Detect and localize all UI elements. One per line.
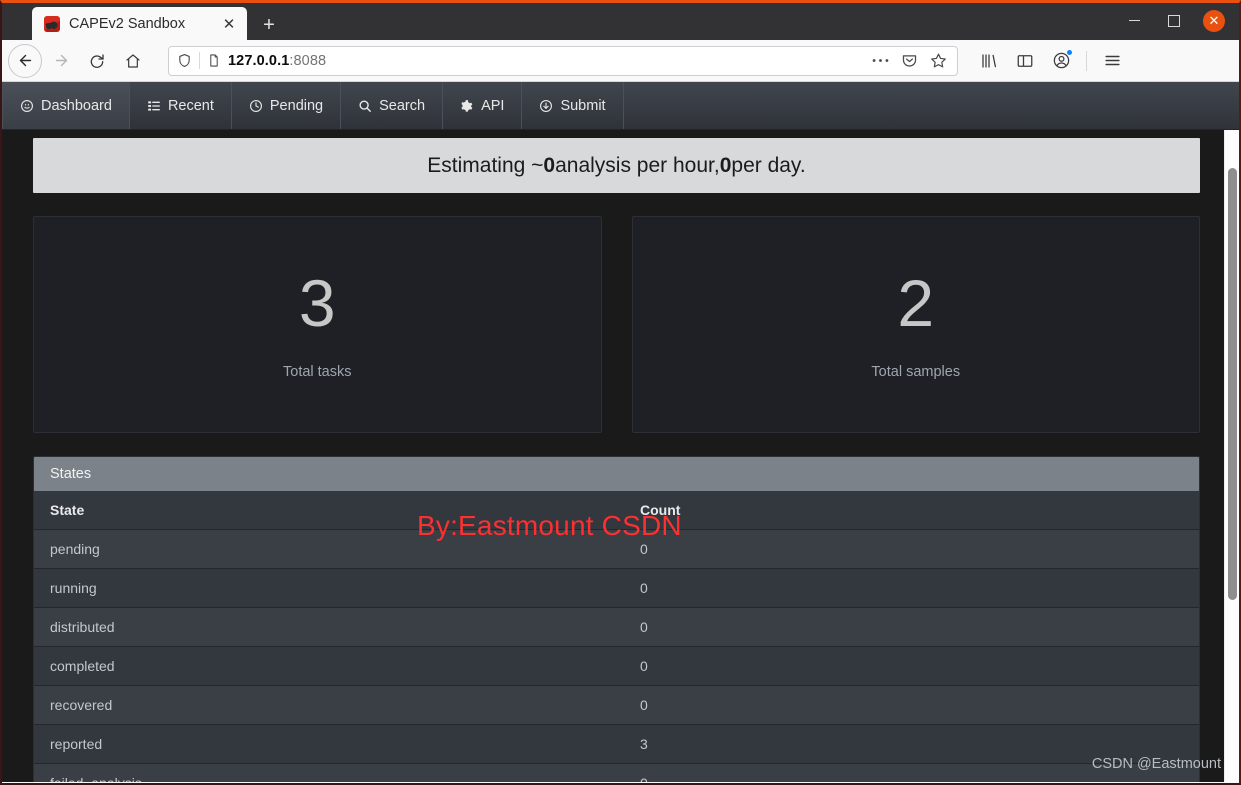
- cell-count: 0: [624, 685, 1199, 725]
- back-arrow-icon[interactable]: [8, 43, 42, 78]
- sidebar-icon[interactable]: [1012, 48, 1038, 74]
- table-row: pending 0: [34, 529, 1199, 569]
- states-panel: States State Count pending 0 running 0 d…: [33, 456, 1200, 782]
- star-icon[interactable]: [927, 50, 949, 72]
- states-panel-title: States: [34, 457, 1199, 491]
- account-notification-dot: [1066, 48, 1073, 56]
- nav-item-dashboard[interactable]: Dashboard: [2, 82, 130, 129]
- page-viewport: Dashboard Recent Pending Search API Subm…: [2, 82, 1239, 782]
- nav-item-recent[interactable]: Recent: [130, 82, 232, 129]
- nav-item-search[interactable]: Search: [341, 82, 444, 129]
- stat-card-total-samples: 2 Total samples: [631, 216, 1200, 433]
- forward-arrow-icon[interactable]: [44, 44, 78, 78]
- nav-item-api[interactable]: API: [443, 82, 523, 129]
- cell-state: recovered: [34, 685, 624, 725]
- hamburger-menu-icon[interactable]: [1099, 48, 1125, 74]
- nav-item-label: Submit: [560, 97, 606, 114]
- browser-window: CAPEv2 Sandbox ✕ + ✕ 127.0.0.1:8088 Dash…: [0, 0, 1241, 785]
- stat-value: 3: [298, 265, 336, 340]
- estimating-banner: Estimating ~0 analysis per hour, 0 per d…: [33, 138, 1200, 193]
- url-port: :8088: [289, 52, 327, 69]
- toolbar-divider: [1086, 50, 1087, 71]
- states-table-head: State Count: [34, 491, 1199, 530]
- states-table-body: pending 0 running 0 distributed 0 comple…: [34, 529, 1199, 782]
- cape-navbar: Dashboard Recent Pending Search API Subm…: [2, 82, 1239, 130]
- page-document-icon: [207, 53, 221, 68]
- page-scrollbar[interactable]: [1224, 130, 1239, 782]
- ellipsis-icon[interactable]: [869, 50, 891, 72]
- tracking-protection-shield-icon[interactable]: [177, 53, 192, 68]
- cell-state: reported: [34, 724, 624, 764]
- estimating-prefix: Estimating ~: [427, 153, 544, 177]
- reload-icon[interactable]: [80, 44, 114, 78]
- estimating-per-hour: 0: [543, 153, 556, 177]
- table-row: completed 0: [34, 646, 1199, 686]
- url-host: 127.0.0.1: [228, 52, 290, 69]
- estimating-suffix: per day.: [731, 153, 806, 177]
- url-divider: [199, 52, 200, 69]
- column-header-count: Count: [624, 491, 1199, 530]
- table-header-row: State Count: [34, 491, 1199, 530]
- list-icon: [147, 99, 161, 113]
- stat-label: Total tasks: [283, 363, 352, 380]
- nav-item-submit[interactable]: Submit: [522, 82, 624, 129]
- url-bar[interactable]: 127.0.0.1:8088: [168, 45, 958, 76]
- states-table: State Count pending 0 running 0 distribu…: [34, 491, 1199, 782]
- cell-count: 0: [624, 646, 1199, 686]
- nav-item-label: Dashboard: [41, 97, 112, 114]
- estimating-middle: analysis per hour,: [555, 153, 720, 177]
- cell-state: pending: [34, 529, 624, 569]
- close-icon[interactable]: ✕: [1203, 9, 1225, 32]
- cell-count: 0: [624, 529, 1199, 569]
- minimize-icon[interactable]: [1123, 10, 1145, 32]
- new-tab-button[interactable]: +: [253, 10, 285, 40]
- stat-card-total-tasks: 3 Total tasks: [33, 216, 602, 433]
- cape-logo-icon: [44, 15, 60, 32]
- nav-item-label: API: [481, 97, 505, 114]
- close-icon[interactable]: ✕: [219, 14, 239, 34]
- account-avatar-icon[interactable]: [1048, 48, 1074, 74]
- cell-state: running: [34, 568, 624, 608]
- tab-strip: CAPEv2 Sandbox ✕ + ✕: [2, 3, 1239, 40]
- table-row: reported 3: [34, 724, 1199, 764]
- browser-tab[interactable]: CAPEv2 Sandbox ✕: [32, 7, 247, 40]
- page-right-gutter: [1212, 130, 1224, 782]
- library-icon[interactable]: [976, 48, 1002, 74]
- cell-count: 0: [624, 607, 1199, 647]
- table-row: failed_analysis 0: [34, 763, 1199, 782]
- url-input[interactable]: 127.0.0.1:8088: [228, 53, 862, 69]
- cell-count: 0: [624, 568, 1199, 608]
- nav-item-label: Recent: [167, 97, 214, 114]
- page-content: Estimating ~0 analysis per hour, 0 per d…: [2, 138, 1239, 782]
- nav-item-label: Search: [379, 97, 426, 114]
- maximize-icon[interactable]: [1163, 10, 1185, 32]
- cell-state: failed_analysis: [34, 763, 624, 782]
- clock-icon: [249, 99, 263, 113]
- stat-value: 2: [897, 265, 935, 340]
- dashboard-gauge-icon: [20, 99, 34, 113]
- stat-cards: 3 Total tasks 2 Total samples: [33, 216, 1200, 433]
- table-row: running 0: [34, 568, 1199, 608]
- nav-item-label: Pending: [269, 97, 324, 114]
- table-row: recovered 0: [34, 685, 1199, 725]
- home-icon[interactable]: [116, 44, 150, 78]
- column-header-state: State: [34, 491, 624, 530]
- gear-icon: [460, 99, 474, 113]
- cell-state: distributed: [34, 607, 624, 647]
- browser-toolbar-right: [972, 48, 1125, 74]
- table-row: distributed 0: [34, 607, 1199, 647]
- pocket-icon[interactable]: [898, 50, 920, 72]
- cell-count: 0: [624, 763, 1199, 782]
- cell-state: completed: [34, 646, 624, 686]
- scrollbar-thumb[interactable]: [1228, 168, 1237, 600]
- tab-title: CAPEv2 Sandbox: [69, 15, 186, 32]
- submit-arrow-icon: [539, 99, 553, 113]
- search-icon: [358, 99, 372, 113]
- estimating-per-day: 0: [719, 153, 732, 177]
- stat-label: Total samples: [871, 363, 961, 380]
- cell-count: 3: [624, 724, 1199, 764]
- browser-navigation-bar: 127.0.0.1:8088: [2, 40, 1239, 82]
- nav-item-pending[interactable]: Pending: [232, 82, 342, 129]
- window-controls: ✕: [1123, 3, 1235, 38]
